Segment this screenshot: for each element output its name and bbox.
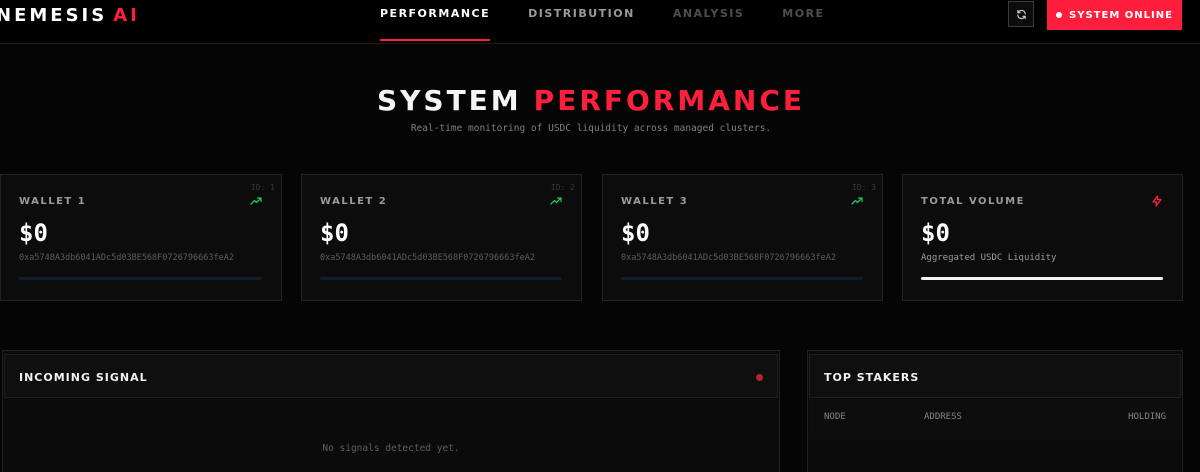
tab-performance[interactable]: PERFORMANCE — [380, 0, 491, 44]
wallet-address[interactable]: 0xa5748A3db6041ADc5d03BE568F0726796663fe… — [621, 253, 836, 263]
column-header-node[interactable]: NODE — [824, 412, 846, 422]
top-stakers-header: TOP STAKERS — [809, 354, 1181, 398]
table-header-row: NODE ADDRESS HOLDING — [809, 399, 1181, 439]
brand-accent: AI — [113, 5, 140, 26]
wallet-label: WALLET 2 — [320, 196, 388, 207]
tab-distribution[interactable]: DISTRIBUTION — [528, 0, 635, 44]
top-stakers-panel: TOP STAKERS NODE ADDRESS HOLDING — [807, 350, 1183, 472]
live-indicator-icon — [756, 374, 763, 381]
total-volume-bar — [921, 277, 1163, 280]
top-navigation-bar: NEMESIS AI PERFORMANCE DISTRIBUTION ANALY… — [0, 0, 1200, 44]
tab-more[interactable]: MORE — [782, 0, 824, 44]
incoming-signal-panel: INCOMING SIGNAL No signals detected yet. — [2, 350, 780, 472]
trending-up-icon — [250, 197, 262, 205]
brand-logo[interactable]: NEMESIS AI — [0, 5, 140, 26]
column-header-address[interactable]: ADDRESS — [924, 412, 962, 422]
wallet-card-1: ID: 1 WALLET 1 $0 0xa5748A3db6041ADc5d03… — [0, 174, 282, 301]
wallet-progress-bar — [621, 277, 863, 280]
refresh-button[interactable] — [1008, 1, 1034, 27]
total-volume-card: TOTAL VOLUME $0 Aggregated USDC Liquidit… — [902, 174, 1183, 301]
refresh-icon — [1016, 9, 1026, 19]
wallet-label: WALLET 1 — [19, 196, 87, 207]
page-title: SYSTEM PERFORMANCE — [0, 84, 1182, 117]
wallet-card-3: ID: 3 WALLET 3 $0 0xa5748A3db6041ADc5d03… — [602, 174, 883, 301]
tab-analysis[interactable]: ANALYSIS — [673, 0, 744, 44]
wallet-progress-bar — [320, 277, 562, 280]
page-title-white: SYSTEM — [376, 84, 522, 117]
trending-up-icon — [550, 197, 562, 205]
system-status-button[interactable]: SYSTEM ONLINE — [1047, 0, 1182, 30]
incoming-signal-header: INCOMING SIGNAL — [4, 354, 778, 398]
wallet-card-2: ID: 2 WALLET 2 $0 0xa5748A3db6041ADc5d03… — [301, 174, 582, 301]
wallet-balance: $0 — [19, 219, 48, 247]
wallet-id: ID: 2 — [550, 183, 575, 192]
column-header-holding[interactable]: HOLDING — [1128, 412, 1166, 422]
activity-icon — [1152, 195, 1162, 207]
page-title-accent: PERFORMANCE — [533, 84, 806, 117]
brand-name: NEMESIS — [0, 5, 108, 26]
total-volume-note: Aggregated USDC Liquidity — [921, 253, 1057, 263]
wallet-id: ID: 1 — [250, 183, 275, 192]
wallet-balance: $0 — [320, 219, 349, 247]
panel-title: TOP STAKERS — [824, 371, 920, 384]
page-subtitle: Real-time monitoring of USDC liquidity a… — [410, 123, 772, 134]
wallet-balance: $0 — [621, 219, 650, 247]
wallet-label: WALLET 3 — [621, 196, 689, 207]
total-volume-amount: $0 — [921, 219, 950, 247]
main-nav: PERFORMANCE DISTRIBUTION ANALYSIS MORE — [380, 0, 863, 44]
status-label: SYSTEM ONLINE — [1069, 9, 1173, 21]
wallet-address[interactable]: 0xa5748A3db6041ADc5d03BE568F0726796663fe… — [320, 253, 535, 263]
trending-up-icon — [851, 197, 863, 205]
wallet-progress-bar — [19, 277, 262, 280]
wallet-address[interactable]: 0xa5748A3db6041ADc5d03BE568F0726796663fe… — [19, 253, 234, 263]
panel-title: INCOMING SIGNAL — [19, 371, 148, 384]
total-volume-label: TOTAL VOLUME — [921, 196, 1025, 207]
empty-state-message: No signals detected yet. — [322, 443, 460, 454]
status-dot-icon — [1056, 12, 1063, 18]
wallet-id: ID: 3 — [851, 183, 876, 192]
